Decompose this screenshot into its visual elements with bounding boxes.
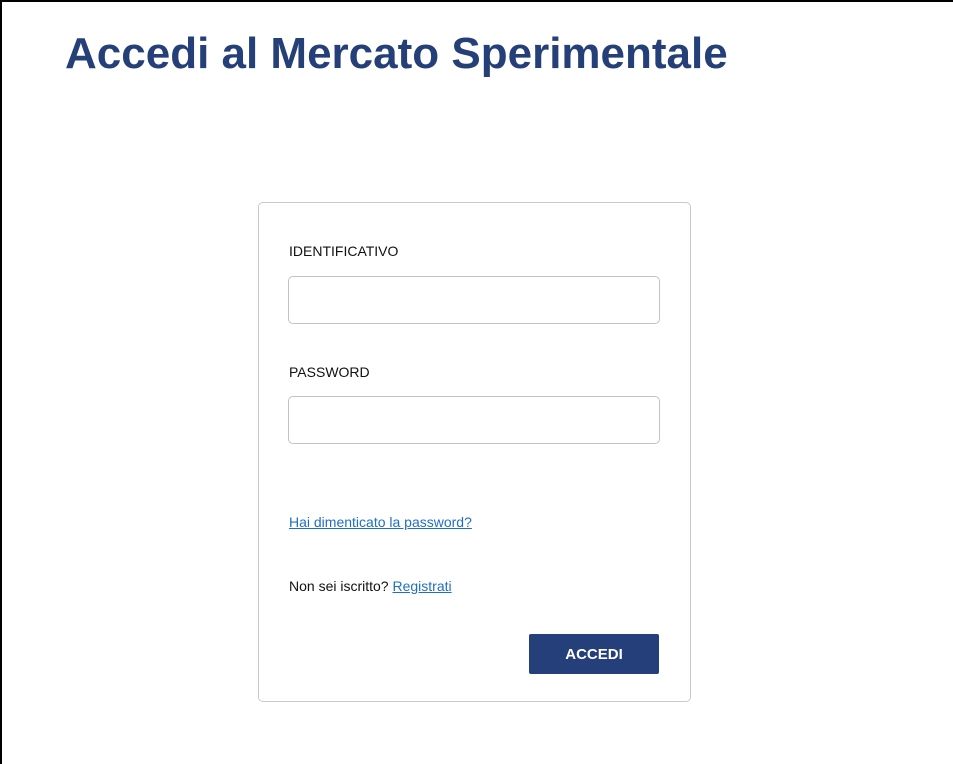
identifier-label: IDENTIFICATIVO	[289, 243, 399, 259]
page-title: Accedi al Mercato Sperimentale	[65, 29, 728, 78]
window-frame-left	[0, 0, 2, 764]
register-row: Non sei iscritto? Registrati	[289, 578, 452, 594]
login-form: IDENTIFICATIVO PASSWORD Hai dimenticato …	[258, 202, 691, 702]
identifier-input[interactable]	[288, 276, 660, 324]
password-label: PASSWORD	[289, 364, 370, 380]
login-button[interactable]: ACCEDI	[529, 634, 659, 674]
register-link[interactable]: Registrati	[392, 578, 451, 594]
forgot-password-link[interactable]: Hai dimenticato la password?	[289, 514, 472, 530]
password-input[interactable]	[288, 396, 660, 444]
register-prompt: Non sei iscritto?	[289, 578, 393, 594]
window-frame-top	[0, 0, 953, 2]
login-page: Accedi al Mercato Sperimentale IDENTIFIC…	[0, 0, 953, 764]
